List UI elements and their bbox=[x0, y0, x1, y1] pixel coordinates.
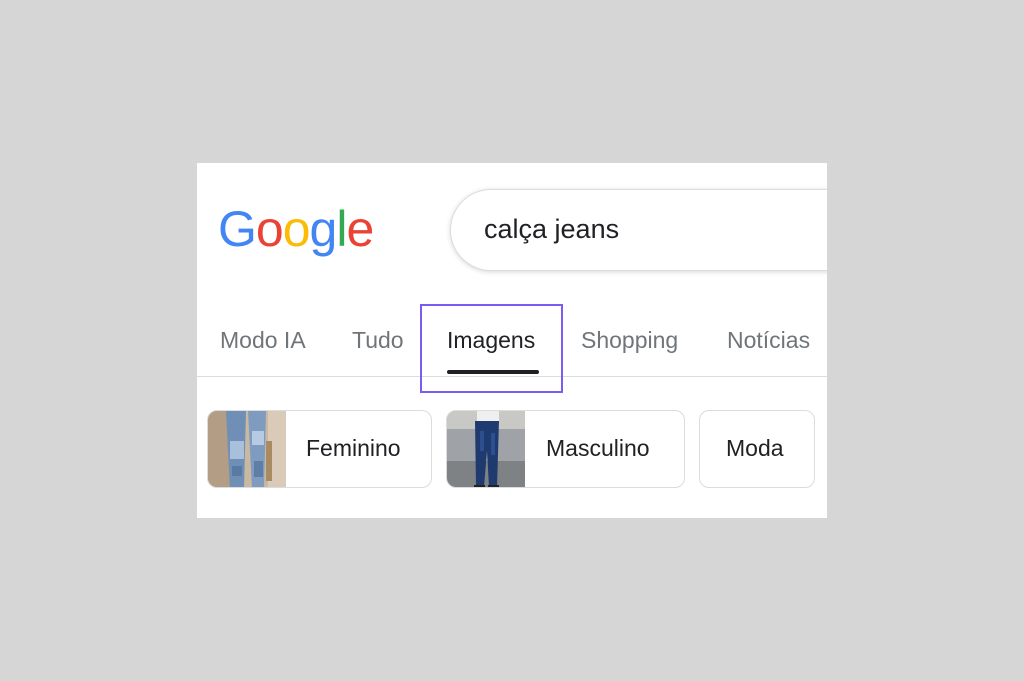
tab-modo-ia[interactable]: Modo IA bbox=[220, 327, 306, 354]
logo-letter: o bbox=[282, 201, 311, 257]
logo-letter: g bbox=[309, 201, 338, 257]
search-input[interactable]: calça jeans bbox=[484, 214, 814, 245]
google-logo[interactable]: Google bbox=[218, 199, 374, 259]
highlight-box bbox=[420, 304, 563, 393]
chip-masculino[interactable]: Masculino bbox=[446, 410, 685, 488]
chip-feminino[interactable]: Feminino bbox=[207, 410, 432, 488]
logo-letter: e bbox=[346, 201, 374, 257]
tab-tudo[interactable]: Tudo bbox=[352, 327, 404, 354]
tab-shopping[interactable]: Shopping bbox=[581, 327, 678, 354]
logo-letter: o bbox=[255, 201, 284, 257]
chip-thumbnail-image bbox=[208, 411, 286, 487]
logo-letter: l bbox=[336, 201, 347, 257]
chip-label: Moda bbox=[726, 435, 784, 461]
chip-label: Feminino bbox=[306, 435, 401, 461]
search-results-panel: Google calça jeans Modo IA Tudo Imagens … bbox=[197, 163, 827, 518]
chip-thumbnail-image bbox=[447, 411, 525, 487]
chip-moda[interactable]: Moda bbox=[699, 410, 815, 488]
logo-letter: G bbox=[218, 201, 257, 257]
search-box[interactable]: calça jeans bbox=[450, 189, 827, 271]
chip-label: Masculino bbox=[546, 435, 650, 461]
tab-noticias[interactable]: Notícias bbox=[727, 327, 810, 354]
